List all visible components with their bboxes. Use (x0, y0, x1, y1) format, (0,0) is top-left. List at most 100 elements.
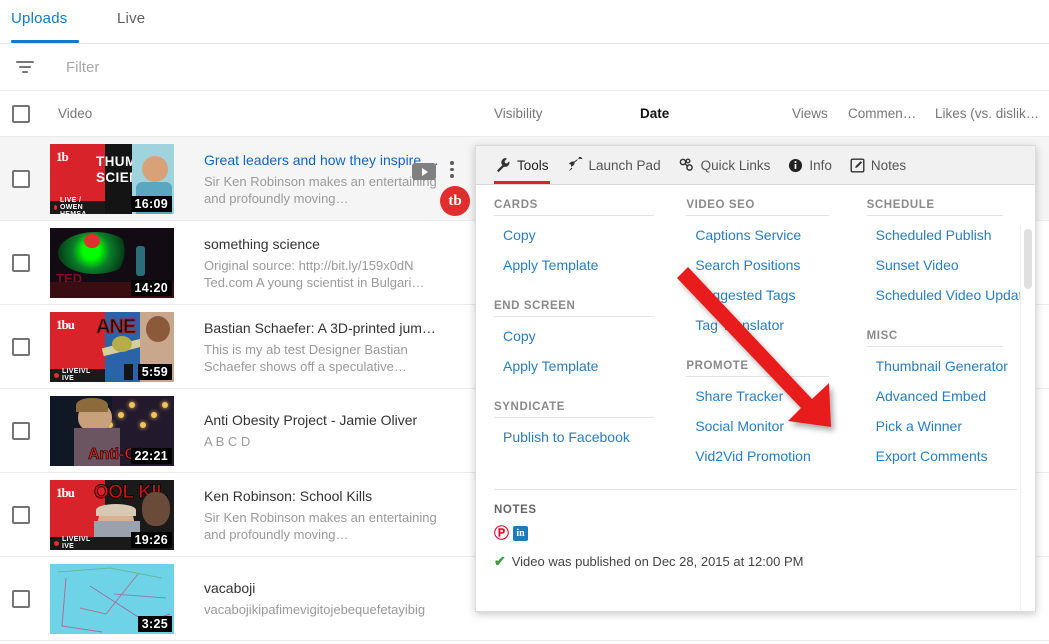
panel-tab-launch-pad[interactable]: Launch Pad (558, 146, 670, 184)
select-all-checkbox[interactable] (12, 105, 30, 123)
row-checkbox[interactable] (12, 338, 30, 356)
tab-uploads-label: Uploads (11, 10, 67, 27)
panel-body: CARDSCopyApply TemplateEND SCREENCopyApp… (476, 185, 1035, 611)
tool-link-tag-translator[interactable]: Tag Translator (686, 310, 828, 340)
video-duration: 16:09 (131, 196, 172, 212)
notes-section: NOTES Ⓟ in ✔ Video was published on Dec … (494, 489, 1017, 570)
tool-link-pick-a-winner[interactable]: Pick a Winner (867, 411, 1003, 441)
tool-link-copy[interactable]: Copy (494, 321, 654, 351)
tool-link-publish-to-facebook[interactable]: Publish to Facebook (494, 422, 654, 452)
video-thumbnail[interactable]: Anti-Ob 22:21 (50, 396, 174, 466)
video-meta: Ken Robinson: School Kills Sir Ken Robin… (204, 487, 454, 543)
main-tab-bar: Uploads Live (0, 0, 1049, 44)
video-description: vacabojikipafimevigitojebequefetayibig (204, 601, 454, 618)
tool-link-scheduled-video-update[interactable]: Scheduled Video Update (867, 280, 1003, 310)
tool-link-apply-template[interactable]: Apply Template (494, 351, 654, 381)
tubebuddy-panel: ToolsLaunch PadQuick LinksInfoNotes CARD… (475, 145, 1036, 612)
panel-tab-quick-links[interactable]: Quick Links (670, 146, 780, 184)
column-visibility[interactable]: Visibility (494, 106, 543, 121)
video-meta: Anti Obesity Project - Jamie Oliver A B … (204, 411, 454, 450)
video-thumbnail[interactable]: TED 14:20 (50, 228, 174, 298)
tool-link-captions-service[interactable]: Captions Service (686, 220, 828, 250)
row-checkbox[interactable] (12, 590, 30, 608)
wrench-icon (495, 157, 511, 173)
published-text: Video was published on Dec 28, 2015 at 1… (512, 554, 804, 569)
pinterest-icon[interactable]: Ⓟ (494, 526, 509, 541)
video-title[interactable]: Bastian Schaefer: A 3D-printed jum… (204, 319, 454, 337)
group-title: MISC (867, 330, 1003, 347)
video-meta: Bastian Schaefer: A 3D-printed jum… This… (204, 319, 454, 375)
youtube-icon[interactable] (412, 163, 436, 180)
row-checkbox[interactable] (12, 506, 30, 524)
video-duration: 22:21 (131, 448, 172, 464)
panel-column: CARDSCopyApply TemplateEND SCREENCopyApp… (494, 199, 668, 471)
link-icon (679, 157, 695, 173)
tool-link-sunset-video[interactable]: Sunset Video (867, 250, 1003, 280)
row-checkbox[interactable] (12, 170, 30, 188)
tab-live[interactable]: Live (117, 0, 145, 43)
video-title[interactable]: Anti Obesity Project - Jamie Oliver (204, 411, 454, 429)
tool-link-share-tracker[interactable]: Share Tracker (686, 381, 828, 411)
column-video[interactable]: Video (58, 106, 92, 121)
column-likes[interactable]: Likes (vs. dislik… (935, 106, 1039, 121)
tool-link-search-positions[interactable]: Search Positions (686, 250, 828, 280)
column-views[interactable]: Views (792, 106, 828, 121)
check-icon: ✔ (494, 553, 506, 570)
panel-tab-notes[interactable]: Notes (841, 146, 915, 184)
video-duration: 14:20 (131, 280, 172, 296)
panel-tab-label: Quick Links (701, 158, 771, 173)
video-description: A B C D (204, 433, 454, 450)
tool-link-apply-template[interactable]: Apply Template (494, 250, 654, 280)
panel-column: SCHEDULE Scheduled PublishSunset VideoSch… (843, 199, 1017, 471)
tool-link-copy[interactable]: Copy (494, 220, 654, 250)
panel-column: VIDEO SEO Captions ServiceSearch Position… (668, 199, 842, 471)
panel-tab-label: Launch Pad (589, 158, 661, 173)
group-title: SYNDICATE (494, 401, 654, 418)
video-meta: something science Original source: http:… (204, 235, 454, 291)
more-options-icon[interactable] (450, 161, 456, 181)
notes-icon (850, 158, 865, 173)
tool-link-scheduled-publish[interactable]: Scheduled Publish (867, 220, 1003, 250)
tool-link-export-comments[interactable]: Export Comments (867, 441, 1003, 471)
panel-tab-tools[interactable]: Tools (486, 146, 558, 184)
video-description: Original source: http://bit.ly/159x0dN T… (204, 257, 454, 291)
panel-scrollbar[interactable] (1020, 225, 1034, 610)
info-icon (788, 158, 803, 173)
filter-input[interactable] (66, 59, 366, 76)
video-title[interactable]: Ken Robinson: School Kills (204, 487, 454, 505)
tab-live-label: Live (117, 10, 145, 27)
video-description: Sir Ken Robinson makes an entertaining a… (204, 509, 454, 543)
group-title: PROMOTE (686, 360, 828, 377)
tool-link-suggested-tags[interactable]: Suggested Tags (686, 280, 828, 310)
column-header-row: Video Visibility Date Views Commen… Like… (0, 91, 1049, 137)
video-duration: 3:25 (138, 616, 172, 632)
video-thumbnail[interactable]: 1b THUMBNAILSCIENCE LIVE / OWEN HEMSA 16… (50, 144, 174, 214)
filter-icon[interactable] (12, 54, 38, 80)
panel-tab-label: Info (809, 158, 832, 173)
column-comments[interactable]: Commen… (848, 106, 916, 121)
row-checkbox[interactable] (12, 254, 30, 272)
video-title[interactable]: vacaboji (204, 579, 454, 597)
tool-link-advanced-embed[interactable]: Advanced Embed (867, 381, 1003, 411)
video-meta: vacaboji vacabojikipafimevigitojebequefe… (204, 579, 454, 618)
panel-tab-label: Notes (871, 158, 906, 173)
column-date[interactable]: Date (640, 106, 669, 121)
tool-link-vid2vid-promotion[interactable]: Vid2Vid Promotion (686, 441, 828, 471)
tubebuddy-badge[interactable]: tb (440, 186, 470, 216)
group-title: SCHEDULE (867, 199, 1003, 216)
video-title[interactable]: something science (204, 235, 454, 253)
rocket-icon (567, 157, 583, 173)
tab-uploads[interactable]: Uploads (11, 0, 79, 43)
video-description: This is my ab test Designer Bastian Scha… (204, 341, 454, 375)
group-title: END SCREEN (494, 300, 654, 317)
row-checkbox[interactable] (12, 422, 30, 440)
video-thumbnail[interactable]: 3:25 (50, 564, 174, 634)
video-thumbnail[interactable]: 1bu ANE LIVEIVL IVE 5:59 (50, 312, 174, 382)
group-title: VIDEO SEO (686, 199, 828, 216)
tool-link-social-monitor[interactable]: Social Monitor (686, 411, 828, 441)
tool-link-thumbnail-generator[interactable]: Thumbnail Generator (867, 351, 1003, 381)
panel-tab-bar: Tools Launch Pad Quick Links Info Notes (476, 146, 1035, 185)
video-thumbnail[interactable]: 1bu OOL KIL LIVEIVL IVE 19:26 (50, 480, 174, 550)
linkedin-icon[interactable]: in (513, 526, 528, 541)
panel-tab-info[interactable]: Info (779, 146, 841, 184)
